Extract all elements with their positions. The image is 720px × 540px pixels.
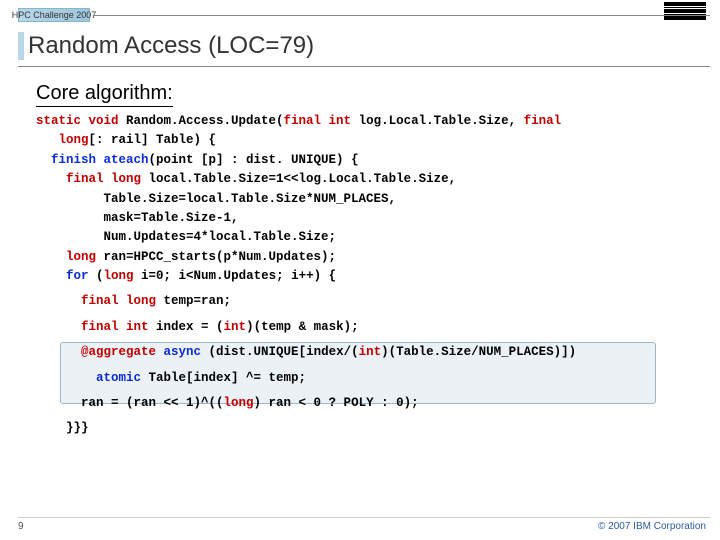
event-badge: HPC Challenge 2007 [18,8,90,22]
sub-heading: Core algorithm: [36,82,173,107]
footer-divider [18,517,710,518]
slide-title: Random Access (LOC=79) [28,32,710,60]
page-number: 9 [18,521,24,532]
ibm-logo-icon [664,2,706,20]
title-accent [18,32,24,60]
copyright: © 2007 IBM Corporation [598,521,706,532]
header-bar: HPC Challenge 2007 [18,6,710,24]
slide-title-row: Random Access (LOC=79) [18,32,710,67]
side-brand-label: IBM Research [0,375,4,480]
header-divider [94,15,710,16]
code-block: static void Random.Access.Update(final i… [36,112,702,439]
